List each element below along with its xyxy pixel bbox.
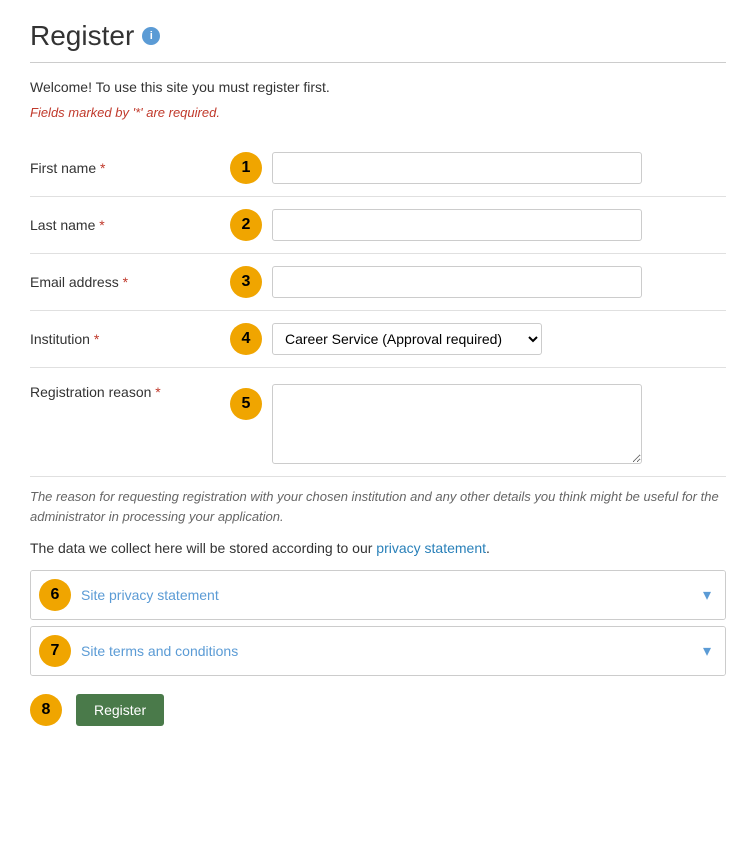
- required-note: Fields marked by '*' are required.: [30, 105, 726, 120]
- firstname-label: First name *: [30, 160, 230, 176]
- firstname-input[interactable]: [272, 152, 642, 184]
- terms-accordion: 7 Site terms and conditions ▾: [30, 626, 726, 676]
- privacy-accordion-header[interactable]: 6 Site privacy statement ▾: [31, 571, 725, 619]
- step-badge-2: 2: [230, 209, 262, 241]
- firstname-required-star: *: [100, 160, 105, 176]
- privacy-text: The data we collect here will be stored …: [30, 540, 726, 556]
- header-divider: [30, 62, 726, 63]
- privacy-accordion: 6 Site privacy statement ▾: [30, 570, 726, 620]
- step-badge-3: 3: [230, 266, 262, 298]
- firstname-row: First name * 1: [30, 140, 726, 197]
- step-badge-8: 8: [30, 694, 62, 726]
- reason-required-star: *: [155, 384, 160, 400]
- lastname-row: Last name * 2: [30, 197, 726, 254]
- submit-row: 8 Register: [30, 694, 726, 726]
- email-required-star: *: [123, 274, 128, 290]
- terms-accordion-label: Site terms and conditions: [81, 633, 689, 669]
- email-label: Email address *: [30, 274, 230, 290]
- privacy-text-before: The data we collect here will be stored …: [30, 540, 376, 556]
- email-row: Email address * 3: [30, 254, 726, 311]
- privacy-accordion-chevron: ▾: [689, 575, 725, 615]
- lastname-input[interactable]: [272, 209, 642, 241]
- step-badge-1: 1: [230, 152, 262, 184]
- privacy-link[interactable]: privacy statement: [376, 540, 486, 556]
- welcome-message: Welcome! To use this site you must regis…: [30, 79, 726, 95]
- institution-row: Institution * 4 Career Service (Approval…: [30, 311, 726, 368]
- register-button[interactable]: Register: [76, 694, 164, 726]
- privacy-text-after: .: [486, 540, 490, 556]
- lastname-required-star: *: [99, 217, 104, 233]
- terms-accordion-header[interactable]: 7 Site terms and conditions ▾: [31, 627, 725, 675]
- email-input[interactable]: [272, 266, 642, 298]
- reason-help-text: The reason for requesting registration w…: [30, 487, 726, 526]
- step-badge-5: 5: [230, 388, 262, 420]
- privacy-accordion-label: Site privacy statement: [81, 577, 689, 613]
- institution-label: Institution *: [30, 331, 230, 347]
- reason-textarea[interactable]: [272, 384, 642, 464]
- step-badge-6: 6: [39, 579, 71, 611]
- reason-row: Registration reason * 5: [30, 368, 726, 477]
- terms-accordion-chevron: ▾: [689, 631, 725, 671]
- step-badge-7: 7: [39, 635, 71, 667]
- institution-required-star: *: [94, 331, 99, 347]
- institution-select[interactable]: Career Service (Approval required): [272, 323, 542, 355]
- page-title: Register: [30, 20, 134, 52]
- step-badge-4: 4: [230, 323, 262, 355]
- info-icon[interactable]: i: [142, 27, 160, 45]
- lastname-label: Last name *: [30, 217, 230, 233]
- reason-label: Registration reason *: [30, 384, 230, 400]
